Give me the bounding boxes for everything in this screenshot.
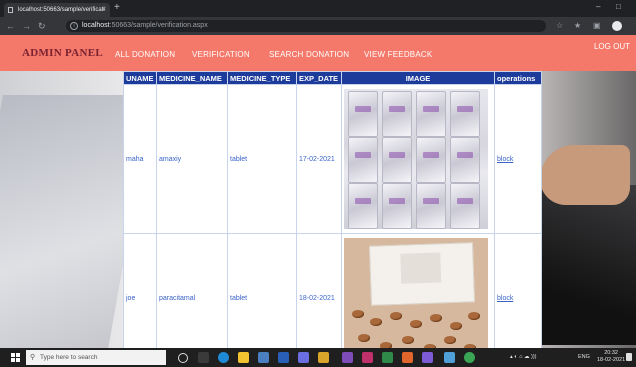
cell-medicine-name: amaxiy [156,84,228,234]
cell-medicine-type: tablet [227,233,297,348]
windows-taskbar: ⚲ Type here to search ▴ ◐ ⌂ ☁ ))) ENG 20… [0,348,636,367]
url-host: localhost [82,22,110,29]
col-header-medicine-name: MEDICINE_NAME [156,71,228,85]
block-link[interactable]: block [497,156,513,163]
col-header-operations: operations [494,71,542,85]
page-icon [8,7,13,13]
edge-icon[interactable] [218,352,229,363]
info-icon[interactable]: i [70,22,78,30]
nav-view-feedback[interactable]: VIEW FEEDBACK [364,50,432,59]
browser-tab[interactable]: localhost:50663/sample/verificati × [4,3,110,17]
brand-title: ADMIN PANEL [22,47,104,59]
address-bar[interactable]: i localhost:50663/sample/verification.as… [66,20,546,32]
cell-image [341,84,495,234]
app-icon[interactable] [444,352,455,363]
forward-icon[interactable]: → [22,20,31,32]
taskbar-search[interactable]: ⚲ Type here to search [26,350,166,365]
clock-time: 20:32 [604,350,618,356]
url-path: :50663/sample/verification.aspx [109,22,208,29]
cell-image [341,233,495,348]
clock-date: 18-02-2021 [597,357,626,363]
search-placeholder: Type here to search [40,354,98,361]
chrome-icon[interactable] [464,352,475,363]
cell-uname: joe [123,233,157,348]
background-hand-image [540,145,630,205]
verification-table: UNAME MEDICINE_NAME MEDICINE_TYPE EXP_DA… [123,71,542,348]
cell-exp-date: 17-02-2021 [296,84,342,234]
table-row: maha amaxiy tablet 17-02-2021 block [123,84,542,234]
app-icon[interactable] [382,352,393,363]
language-indicator[interactable]: ENG [578,354,590,360]
nav-verification[interactable]: VERIFICATION [192,50,250,59]
cell-operations: block [494,84,542,234]
app-icon[interactable] [318,352,329,363]
system-tray-icons[interactable]: ▴ ◐ ⌂ ☁ ))) [510,354,537,360]
search-icon: ⚲ [30,354,36,361]
bookmark-star-icon[interactable]: ☆ [556,21,563,30]
logout-link[interactable]: LOG OUT [594,42,630,51]
cell-uname: maha [123,84,157,234]
medicine-image [344,237,488,348]
admin-navbar: ADMIN PANEL ALL DONATION VERIFICATION SE… [0,35,636,71]
minimize-icon[interactable]: – [596,2,600,11]
col-header-image: IMAGE [341,71,495,85]
nav-all-donation[interactable]: ALL DONATION [115,50,175,59]
tab-close-icon[interactable]: × [102,3,106,17]
app-icon[interactable] [362,352,373,363]
maximize-icon[interactable]: □ [616,2,621,11]
tab-title: localhost:50663/sample/verificati [18,7,105,13]
start-icon[interactable] [11,353,20,362]
notification-icon[interactable] [626,353,632,361]
medicine-image [344,89,488,229]
cell-operations: block [494,233,542,348]
app-icon[interactable] [402,352,413,363]
col-header-medicine-type: MEDICINE_TYPE [227,71,297,85]
browser-toolbar: ← → ↻ i localhost:50663/sample/verificat… [0,17,636,35]
col-header-exp-date: EXP_DATE [296,71,342,85]
nav-search-donation[interactable]: SEARCH DONATION [269,50,349,59]
task-view-icon[interactable] [198,352,209,363]
block-link[interactable]: block [497,295,513,302]
col-header-uname: UNAME [123,71,157,85]
collections-icon[interactable]: ▣ [593,21,601,30]
app-icon[interactable] [342,352,353,363]
visual-studio-icon[interactable] [422,352,433,363]
taskbar-clock[interactable]: 20:32 18-02-2021 [597,350,625,364]
cell-medicine-type: tablet [227,84,297,234]
reload-icon[interactable]: ↻ [38,20,46,32]
back-icon[interactable]: ← [6,20,15,32]
app-icon[interactable] [298,352,309,363]
app-icon[interactable] [278,352,289,363]
browser-tab-bar: localhost:50663/sample/verificati × + – … [0,0,636,17]
cell-medicine-name: paracitamal [156,233,228,348]
file-explorer-icon[interactable] [238,352,249,363]
store-icon[interactable] [258,352,269,363]
cortana-icon[interactable] [178,353,188,363]
page-viewport: ADMIN PANEL ALL DONATION VERIFICATION SE… [0,35,636,348]
cell-exp-date: 18-02-2021 [296,233,342,348]
new-tab-button[interactable]: + [114,2,120,13]
table-row: joe paracitamal tablet 18-02-2021 block [123,233,542,348]
profile-avatar[interactable] [612,21,622,31]
favorites-icon[interactable]: ★ [574,21,581,30]
table-header-row: UNAME MEDICINE_NAME MEDICINE_TYPE EXP_DA… [123,71,542,85]
